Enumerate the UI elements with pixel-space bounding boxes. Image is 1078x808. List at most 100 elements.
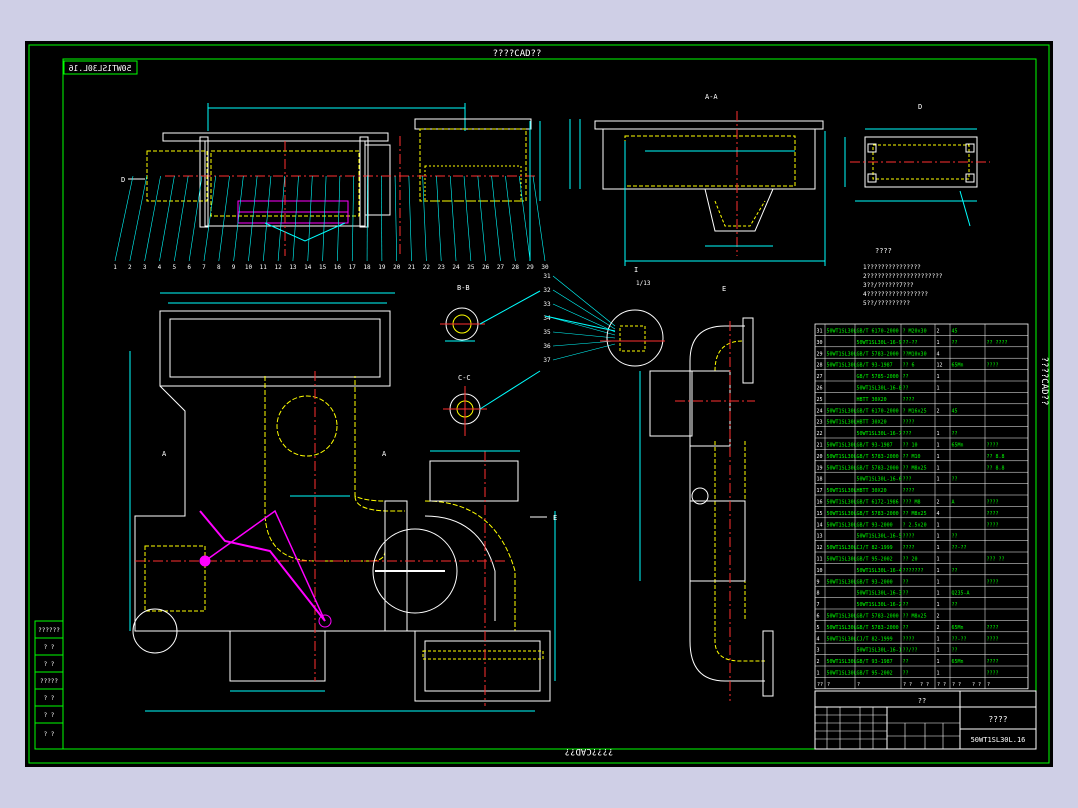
bom-cell: GB/T 5783-2000 [857, 511, 899, 517]
bom-cell: ???? [903, 636, 915, 642]
bom-cell: 50WT1SL30L [827, 420, 857, 426]
bom-cell: 50WT1SL30L [827, 511, 857, 517]
balloon-leader [552, 340, 616, 347]
bom-cell: 28 [817, 363, 823, 369]
bom-cell: GB/T 5783-2000 [857, 454, 899, 460]
bom-cell: 10 [817, 568, 823, 574]
bom-cell: ?? M10 [903, 454, 921, 460]
left-block-row-4: ? ? [44, 695, 55, 702]
view-label-D: D [918, 103, 922, 111]
bom-cell: 50WT1SL30L [827, 636, 857, 642]
bom-cell: 1 [937, 465, 940, 471]
bom-header-cell: ? ? [903, 682, 912, 688]
bom-cell: 65Mn [952, 659, 964, 665]
bom-cell: 30 [817, 340, 823, 346]
bom-cell: 50WT1SL30L [827, 614, 857, 620]
bom-cell: 45 [952, 408, 958, 414]
view-label-I-fraction: 1/13 [636, 280, 651, 287]
bom-cell: 14 [817, 522, 823, 528]
bom-cell: 1 [937, 557, 940, 563]
bom-header-cell: ? ? [972, 682, 981, 688]
detail-I: I 1/13 [544, 266, 665, 367]
bom-cell: 50WT1SL30L [827, 522, 857, 528]
balloon-label: 24 [452, 264, 460, 271]
balloon-label: 8 [217, 264, 221, 271]
bom-cell: ?? [903, 659, 909, 665]
bom-cell: Q235-A [952, 591, 970, 597]
bom-cell: ??-?? [952, 545, 967, 551]
bom-cell: ??? M8 [903, 500, 921, 506]
technical-notes: ???? 1??????????????? 2?????????????????… [863, 247, 943, 307]
balloon-leader [394, 175, 398, 262]
bom-cell: 50WT1SL30L [827, 408, 857, 414]
bom-cell: 50WT1SL30L [827, 500, 857, 506]
bom-cell: ???? [987, 625, 999, 631]
section-bb-cc: B-B C-C [440, 284, 541, 436]
bom-cell: 50WT1SL30L-16-8 [857, 386, 902, 392]
bom-cell: 9 [817, 579, 820, 585]
bom-cell: 1 [937, 671, 940, 677]
bom-cell: ?? [903, 625, 909, 631]
notes-line-3: 4????????????????? [863, 291, 928, 298]
balloon-leader [351, 175, 354, 262]
balloon-label: 19 [378, 264, 386, 271]
balloon-leader [277, 175, 286, 262]
balloon-leader [505, 175, 516, 262]
bom-cell: 50WT1SL30L-16-9 [857, 340, 902, 346]
bom-cell: 50WT1SL30L-16-7 [857, 431, 902, 437]
balloon-label: 21 [408, 264, 416, 271]
bom-cell: ?? [952, 534, 958, 540]
bom-cell: GB/T 95-2002 [857, 671, 893, 677]
bom-cell: GB/T 6170-2000 [857, 329, 899, 335]
balloon-label: 3 [143, 264, 147, 271]
bom-cell: 1 [937, 602, 940, 608]
left-block-row-5: ? ? [44, 712, 55, 719]
arrow-E: E [553, 514, 557, 522]
bom-cell: ??-?? [952, 636, 967, 642]
bom-cell: 1 [937, 534, 940, 540]
left-block-row-1: ? ? [44, 644, 55, 651]
bom-cell: ?? [903, 671, 909, 677]
balloon-leader [532, 175, 546, 262]
balloon-leader [491, 175, 501, 262]
balloon-label: 30 [541, 264, 549, 271]
bom-cell: 17 [817, 488, 823, 494]
view-label-I: I [634, 266, 638, 274]
balloon-label: 29 [527, 264, 535, 271]
cad-drawing-sheet: ????CAD?? ????CAD?? ????CAD?? 50WT1SL30L… [25, 41, 1053, 767]
right-title: ????CAD?? [1039, 357, 1049, 406]
view-label-E: E [722, 285, 726, 293]
bom-cell: ??/?? [903, 648, 918, 654]
bom-cell: ???? [903, 397, 915, 403]
balloon-label: 12 [274, 264, 282, 271]
bom-cell: ?? [952, 648, 958, 654]
bom-cell: ?? [952, 431, 958, 437]
bom-cell: GB/T 93-1987 [857, 659, 893, 665]
balloon-label: 10 [245, 264, 253, 271]
balloon-leader [307, 175, 313, 262]
bom-cell: 1 [937, 374, 940, 380]
bom-cell: 2 [937, 625, 940, 631]
bom-cell: 50WT1SL30L [827, 363, 857, 369]
bom-cell: GB/T 95-2002 [857, 557, 893, 563]
bom-cell: ???? [987, 511, 999, 517]
bom-cell: ?? M8x25 [903, 465, 927, 471]
balloon-label: 6 [187, 264, 191, 271]
bom-cell: 2 [937, 500, 940, 506]
cad-drawing: ????CAD?? ????CAD?? ????CAD?? 50WT1SL30L… [28, 44, 1050, 764]
balloon-label: 27 [497, 264, 505, 271]
balloon-label: 15 [319, 264, 327, 271]
bom-cell: GB/T 5783-2000 [857, 351, 899, 357]
bom-header-cell: ? ? [920, 682, 929, 688]
bom-cell: 50WT1SL30L-16-5 [857, 534, 902, 540]
bom-cell: 3 [817, 648, 820, 654]
notes-line-4: 5??/????????? [863, 300, 910, 307]
bom-cell: 12 [817, 545, 823, 551]
bom-cell: 1 [937, 591, 940, 597]
bom-cell: 50WT1SL30L-16-2 [857, 602, 902, 608]
bom-cell: 1 [937, 477, 940, 483]
bom-cell: 1 [937, 636, 940, 642]
bom-header-cell: ? ? [937, 682, 946, 688]
bom-cell: ?? M8x25 [903, 511, 927, 517]
bom-cell: ???? [987, 522, 999, 528]
